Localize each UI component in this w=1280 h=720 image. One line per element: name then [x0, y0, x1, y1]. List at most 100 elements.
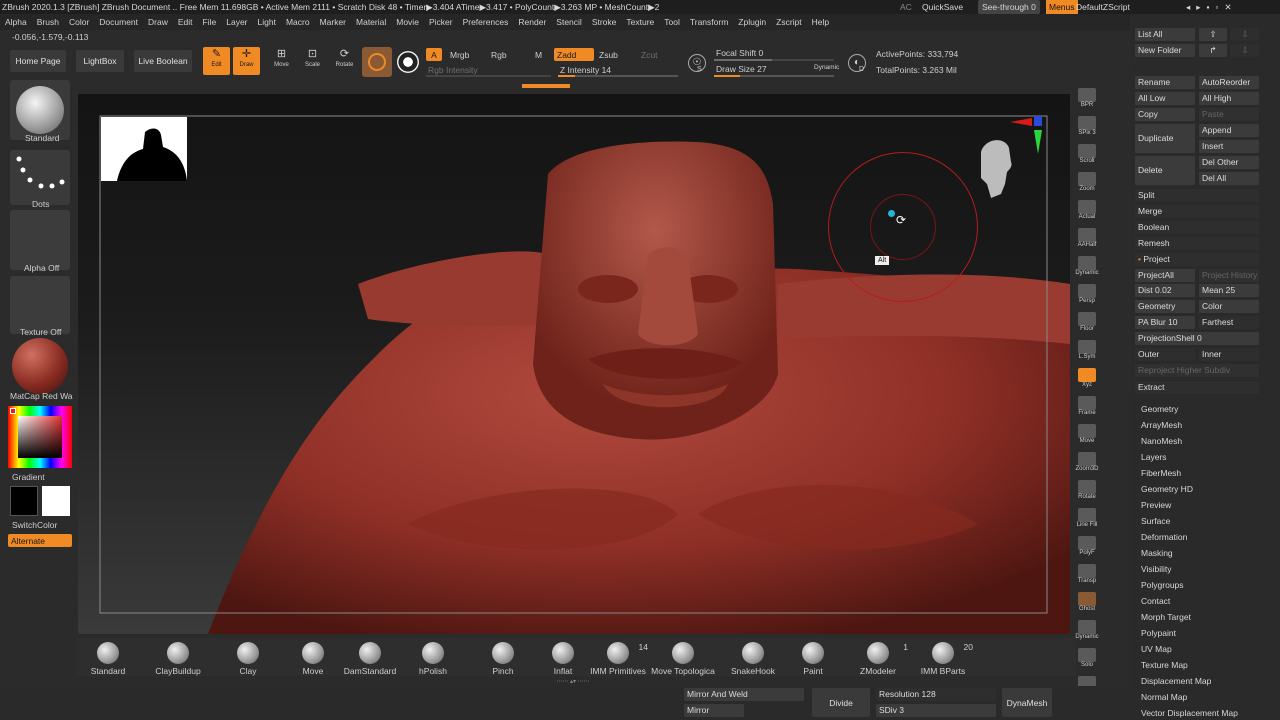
inner-toggle[interactable]: Inner — [1199, 348, 1259, 361]
subpalette-texture-map[interactable]: Texture Map — [1141, 660, 1188, 670]
zcut-toggle[interactable]: Zcut — [641, 50, 658, 60]
remesh-button[interactable]: Remesh — [1135, 237, 1259, 250]
geometry-toggle[interactable]: Geometry — [1135, 300, 1195, 313]
folder-down-icon[interactable]: ⇩ — [1231, 44, 1259, 57]
menu-preferences[interactable]: Preferences — [458, 14, 514, 30]
shelf-brush-zmodeler[interactable]: ZModeler 1 — [846, 642, 910, 676]
canvas-viewport[interactable]: ⟳ Alt — [78, 94, 1070, 634]
menu-stencil[interactable]: Stencil — [551, 14, 587, 30]
subpalette-contact[interactable]: Contact — [1141, 596, 1170, 606]
reproject-higher-subdiv-button[interactable]: Reproject Higher Subdiv — [1135, 364, 1259, 377]
arrow-down-icon[interactable]: ⇩ — [1231, 28, 1259, 41]
default-zscript-button[interactable]: DefaultZScript — [1076, 0, 1130, 14]
shelf-brush-pinch[interactable]: Pinch — [471, 642, 535, 676]
view-tool-ghost[interactable]: Ghost — [1074, 592, 1100, 612]
view-tool-frame[interactable]: Frame — [1074, 396, 1100, 416]
view-tool-aahalf[interactable]: AAHalf — [1074, 228, 1100, 248]
view-tool-move[interactable]: Move — [1074, 424, 1100, 444]
zsub-toggle[interactable]: Zsub — [599, 50, 618, 60]
alpha-selector[interactable] — [10, 210, 70, 270]
rgb-intensity-slider[interactable]: Rgb Intensity — [428, 65, 478, 75]
mean-slider[interactable]: Mean 25 — [1199, 284, 1259, 297]
copy-button[interactable]: Copy — [1135, 108, 1195, 121]
menus-toggle[interactable]: Menus — [1046, 0, 1078, 14]
farthest-toggle[interactable]: Farthest — [1199, 316, 1259, 329]
matcap-sphere[interactable] — [12, 338, 68, 394]
shelf-brush-damstandard[interactable]: DamStandard — [338, 642, 402, 676]
project-section[interactable]: • Project — [1135, 253, 1259, 266]
menu-tool[interactable]: Tool — [659, 14, 685, 30]
delete-button[interactable]: Delete — [1135, 156, 1195, 185]
window-controls-icon[interactable]: ◂▸▪▫✕ — [1186, 0, 1238, 14]
dynamesh-button[interactable]: DynaMesh — [1002, 688, 1052, 717]
subpalette-surface[interactable]: Surface — [1141, 516, 1170, 526]
view-tool-polyf[interactable]: PolyF — [1074, 536, 1100, 556]
menu-file[interactable]: File — [198, 14, 222, 30]
mirror-and-weld-button[interactable]: Mirror And Weld — [684, 688, 804, 701]
mirror-button[interactable]: Mirror — [684, 704, 744, 717]
menu-light[interactable]: Light — [253, 14, 281, 30]
focal-shift-slider[interactable]: Focal Shift 0 — [716, 48, 763, 58]
see-through-slider[interactable]: See-through 0 — [978, 0, 1040, 14]
shelf-brush-snakehook[interactable]: SnakeHook — [721, 642, 785, 676]
view-tool-zoom[interactable]: Zoom — [1074, 172, 1100, 192]
draw-size-slider[interactable]: Draw Size 27 — [716, 64, 767, 74]
shelf-brush-move-topologica[interactable]: Move Topologica — [651, 642, 715, 676]
merge-button[interactable]: Merge — [1135, 205, 1259, 218]
resolution-slider[interactable]: Resolution 128 — [876, 688, 996, 701]
subpalette-morph-target[interactable]: Morph Target — [1141, 612, 1191, 622]
project-all-button[interactable]: ProjectAll — [1135, 269, 1195, 282]
view-tool-line-fill[interactable]: Line Fill — [1074, 508, 1100, 528]
del-all-button[interactable]: Del All — [1199, 172, 1259, 185]
menu-render[interactable]: Render — [513, 14, 551, 30]
subpalette-arraymesh[interactable]: ArrayMesh — [1141, 420, 1182, 430]
quicksave-button[interactable]: QuickSave — [922, 0, 963, 14]
view-tool-floor[interactable]: Floor — [1074, 312, 1100, 332]
list-all-button[interactable]: List All — [1135, 28, 1195, 41]
subpalette-layers[interactable]: Layers — [1141, 452, 1167, 462]
color-square[interactable] — [18, 416, 62, 458]
secondary-color-swatch[interactable] — [42, 486, 70, 516]
menu-layer[interactable]: Layer — [221, 14, 252, 30]
boolean-button[interactable]: Boolean — [1135, 221, 1259, 234]
view-tool-actual[interactable]: Actual — [1074, 200, 1100, 220]
switch-color-button[interactable]: SwitchColor — [12, 520, 57, 530]
subpalette-vector-displacement-map[interactable]: Vector Displacement Map — [1141, 708, 1238, 718]
menu-alpha[interactable]: Alpha — [0, 14, 32, 30]
zadd-toggle[interactable]: Zadd — [554, 48, 594, 61]
menu-material[interactable]: Material — [351, 14, 391, 30]
subpalette-nanomesh[interactable]: NanoMesh — [1141, 436, 1182, 446]
subpalette-polypaint[interactable]: Polypaint — [1141, 628, 1176, 638]
view-tool-transp[interactable]: Transp — [1074, 564, 1100, 584]
split-button[interactable]: Split — [1135, 189, 1259, 202]
alternate-button[interactable]: Alternate — [8, 534, 72, 547]
lightbox-button[interactable]: LightBox — [76, 50, 124, 72]
menu-movie[interactable]: Movie — [391, 14, 424, 30]
subpalette-uv-map[interactable]: UV Map — [1141, 644, 1172, 654]
view-tool-scroll[interactable]: Scroll — [1074, 144, 1100, 164]
subpalette-normal-map[interactable]: Normal Map — [1141, 692, 1187, 702]
divide-button[interactable]: Divide — [812, 688, 870, 717]
paste-button[interactable]: Paste — [1199, 108, 1259, 121]
menu-macro[interactable]: Macro — [281, 14, 315, 30]
project-history-button[interactable]: Project History — [1199, 269, 1259, 282]
dist-slider[interactable]: Dist 0.02 — [1135, 284, 1195, 297]
z-intensity-slider[interactable]: Z Intensity 14 — [560, 65, 611, 75]
gradient-sphere-icon[interactable] — [397, 51, 419, 73]
append-button[interactable]: Append — [1199, 124, 1259, 137]
outer-toggle[interactable]: Outer — [1135, 348, 1195, 361]
menu-transform[interactable]: Transform — [685, 14, 733, 30]
subpalette-fibermesh[interactable]: FiberMesh — [1141, 468, 1181, 478]
subpalette-visibility[interactable]: Visibility — [1141, 564, 1172, 574]
new-folder-button[interactable]: New Folder — [1135, 44, 1195, 57]
material-swatch[interactable] — [362, 47, 392, 77]
shelf-brush-hpolish[interactable]: hPolish — [401, 642, 465, 676]
insert-button[interactable]: Insert — [1199, 140, 1259, 153]
menu-help[interactable]: Help — [807, 14, 834, 30]
autoreorder-button[interactable]: AutoReorder — [1199, 76, 1259, 89]
dynamic-toggle[interactable]: Dynamic — [814, 64, 839, 71]
all-low-button[interactable]: All Low — [1135, 92, 1195, 105]
menu-stroke[interactable]: Stroke — [587, 14, 622, 30]
duplicate-button[interactable]: Duplicate — [1135, 124, 1195, 153]
subpalette-masking[interactable]: Masking — [1141, 548, 1173, 558]
